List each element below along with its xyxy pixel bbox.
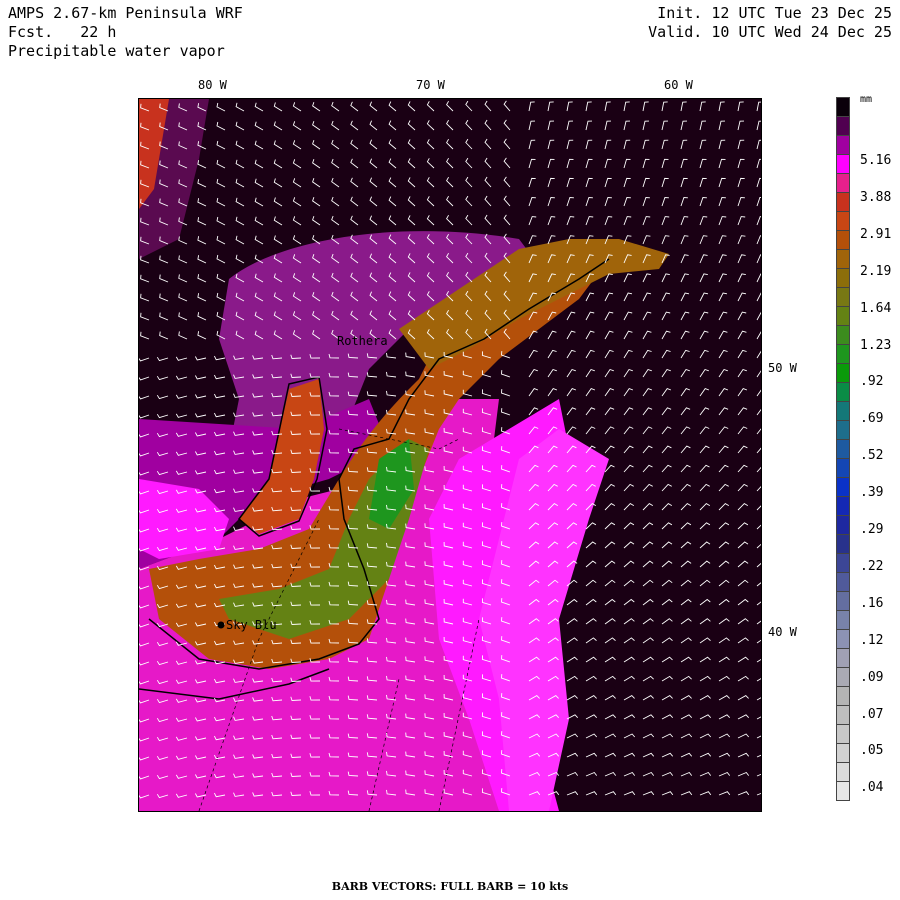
header-right: Init. 12 UTC Tue 23 Dec 25 Valid. 10 UTC … <box>648 4 892 42</box>
model-title: AMPS 2.67-km Peninsula WRF <box>8 4 243 22</box>
lon-label-60w: 60 W <box>664 78 693 92</box>
forecast-label: Fcst. <box>8 23 54 41</box>
colorbar-label: .22 <box>860 558 884 574</box>
colorbar-cell <box>836 686 850 706</box>
colorbar-label: 3.88 <box>860 189 892 205</box>
colorbar-cell <box>836 344 850 364</box>
colorbar-label: 1.23 <box>860 337 892 353</box>
colorbar-cell <box>836 439 850 459</box>
colorbar-cell <box>836 135 850 155</box>
colorbar-cell <box>836 629 850 649</box>
colorbar-cell <box>836 515 850 535</box>
colorbar-cell <box>836 458 850 478</box>
colorbar-cell <box>836 287 850 307</box>
colorbar-label: .69 <box>860 411 884 427</box>
colorbar-cell <box>836 268 850 288</box>
colorbar-cell <box>836 743 850 763</box>
colorbar-cell <box>836 572 850 592</box>
colorbar-label: .92 <box>860 374 884 390</box>
colorbar-label: .29 <box>860 522 884 537</box>
colorbar-cell <box>836 401 850 421</box>
colorbar-cell <box>836 705 850 725</box>
colorbar-cell <box>836 610 850 630</box>
colorbar-cell <box>836 382 850 402</box>
valid-time: Valid. 10 UTC Wed 24 Dec 25 <box>648 23 892 41</box>
colorbar-label: .04 <box>860 780 884 796</box>
header-left: AMPS 2.67-km Peninsula WRF Fcst. 22 h Prec… <box>8 4 243 61</box>
colorbar-label: .05 <box>860 743 884 759</box>
colorbar-cell <box>836 192 850 212</box>
precipitable-water-map: Sky Blu Rothera <box>139 99 761 811</box>
lon-label-80w: 80 W <box>198 78 227 92</box>
colorbar-cell <box>836 306 850 326</box>
colorbar-cell <box>836 667 850 687</box>
colorbar-cell <box>836 762 850 782</box>
colorbar-cell <box>836 591 850 611</box>
colorbar-cell <box>836 249 850 269</box>
colorbar-label: 2.19 <box>860 263 892 279</box>
colorbar-label: .07 <box>860 706 884 722</box>
init-time: Init. 12 UTC Tue 23 Dec 25 <box>657 4 892 22</box>
colorbar-cell <box>836 553 850 573</box>
colorbar-cell <box>836 648 850 668</box>
colorbar-cell <box>836 363 850 383</box>
lat-label-40w: 40 W <box>768 625 797 639</box>
colorbar-cell <box>836 724 850 744</box>
colorbar-cell <box>836 173 850 193</box>
colorbar-label: 5.16 <box>860 153 892 168</box>
field-name: Precipitable water vapor <box>8 42 225 60</box>
colorbar-label: .39 <box>860 485 884 501</box>
colorbar-label: 1.64 <box>860 300 892 316</box>
station-sky-blu-marker <box>217 621 225 629</box>
colorbar-cell <box>836 781 850 801</box>
colorbar-label: .52 <box>860 448 884 464</box>
colorbar-cell <box>836 325 850 345</box>
barb-legend: BARB VECTORS: FULL BARB = 10 kts <box>331 880 569 893</box>
lon-label-70w: 70 W <box>416 78 445 92</box>
colorbar-label: 2.91 <box>860 226 892 242</box>
lat-label-50w: 50 W <box>768 361 797 375</box>
colorbar-cell <box>836 477 850 497</box>
station-rothera-label: Rothera <box>337 334 388 348</box>
colorbar-cell <box>836 97 850 117</box>
colorbar-label: .16 <box>860 595 884 611</box>
colorbar-cell <box>836 496 850 516</box>
forecast-value: 22 h <box>80 23 117 41</box>
colorbar-cell <box>836 534 850 554</box>
colorbar-cell <box>836 116 850 136</box>
colorbar-cell <box>836 154 850 174</box>
colorbar-label: .12 <box>860 632 884 648</box>
colorbar-unit: mm <box>860 94 873 105</box>
colorbar-label: .09 <box>860 669 884 685</box>
colorbar-cell <box>836 211 850 231</box>
station-sky-blu-label: Sky Blu <box>226 618 277 632</box>
forecast-hour: Fcst. 22 h <box>8 23 243 42</box>
map-panel: Sky Blu Rothera <box>138 98 762 812</box>
colorbar-cell <box>836 420 850 440</box>
colorbar-cell <box>836 230 850 250</box>
